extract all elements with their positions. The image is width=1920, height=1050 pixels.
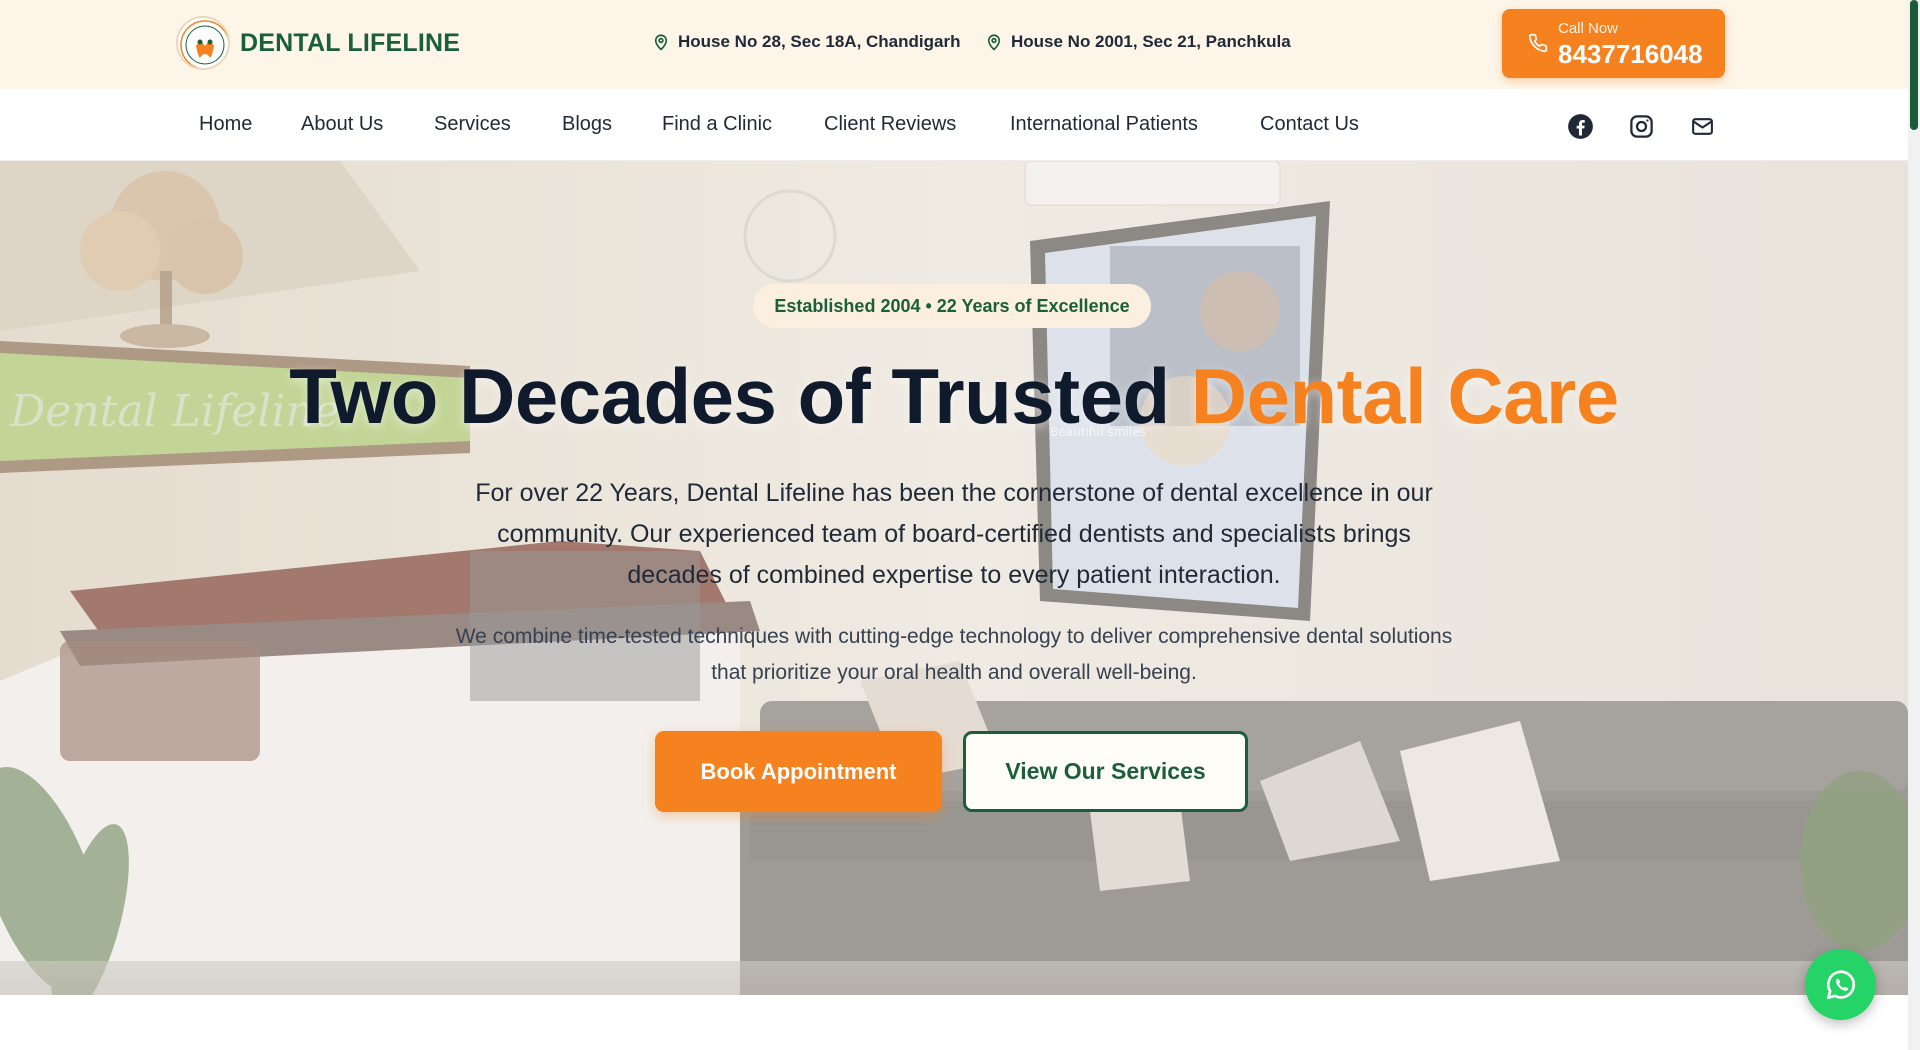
nav-home[interactable]: Home: [199, 113, 252, 136]
nav-international-patients[interactable]: International Patients: [1010, 113, 1198, 136]
nav-blogs[interactable]: Blogs: [562, 113, 612, 136]
logo-icon: [176, 16, 230, 70]
hero-title-main: Two Decades of Trusted: [289, 352, 1191, 440]
nav-find-a-clinic[interactable]: Find a Clinic: [662, 113, 772, 136]
hero-section: Dental Lifeline Beautiful smiles Establi…: [0, 161, 1908, 995]
whatsapp-icon: [1826, 969, 1855, 999]
whatsapp-button[interactable]: [1805, 949, 1876, 1020]
scrollbar-thumb[interactable]: [1910, 0, 1918, 130]
view-services-button[interactable]: View Our Services: [963, 731, 1248, 812]
nav-client-reviews[interactable]: Client Reviews: [824, 113, 956, 136]
nav-services[interactable]: Services: [434, 113, 511, 136]
facebook-icon[interactable]: [1565, 111, 1595, 141]
call-now-number: 8437716048: [1558, 39, 1703, 69]
hero-title: Two Decades of Trusted Dental Care: [0, 351, 1908, 442]
address-text: House No 28, Sec 18A, Chandigarh: [678, 32, 961, 51]
mail-icon[interactable]: [1687, 111, 1717, 141]
address-text: House No 2001, Sec 21, Panchkula: [1011, 32, 1291, 51]
main-navigation: Home About Us Services Blogs Find a Clin…: [0, 89, 1908, 161]
phone-icon: [1528, 33, 1548, 53]
brand-name: DENTAL LIFELINE: [240, 28, 461, 57]
top-bar: DENTAL LIFELINE House No 28, Sec 18A, Ch…: [0, 0, 1908, 89]
call-now-button[interactable]: Call Now 8437716048: [1502, 9, 1725, 78]
hero-lead-paragraph: For over 22 Years, Dental Lifeline has b…: [475, 479, 1433, 589]
hero-title-accent: Dental Care: [1190, 352, 1620, 440]
page-scrollbar[interactable]: [1908, 0, 1920, 1050]
address-chandigarh: House No 28, Sec 18A, Chandigarh: [652, 32, 960, 52]
instagram-icon[interactable]: [1626, 111, 1656, 141]
brand-logo-link[interactable]: DENTAL LIFELINE: [176, 16, 460, 70]
map-pin-icon: [654, 34, 668, 51]
call-now-label: Call Now: [1558, 20, 1619, 37]
hero-sub-paragraph: We combine time-tested techniques with c…: [455, 625, 1453, 684]
nav-about-us[interactable]: About Us: [301, 113, 383, 136]
book-appointment-button[interactable]: Book Appointment: [655, 731, 942, 812]
address-panchkula: House No 2001, Sec 21, Panchkula: [985, 32, 1291, 52]
established-badge: Established 2004 • 22 Years of Excellenc…: [753, 284, 1151, 328]
map-pin-icon: [987, 34, 1001, 51]
nav-contact-us[interactable]: Contact Us: [1260, 113, 1359, 136]
